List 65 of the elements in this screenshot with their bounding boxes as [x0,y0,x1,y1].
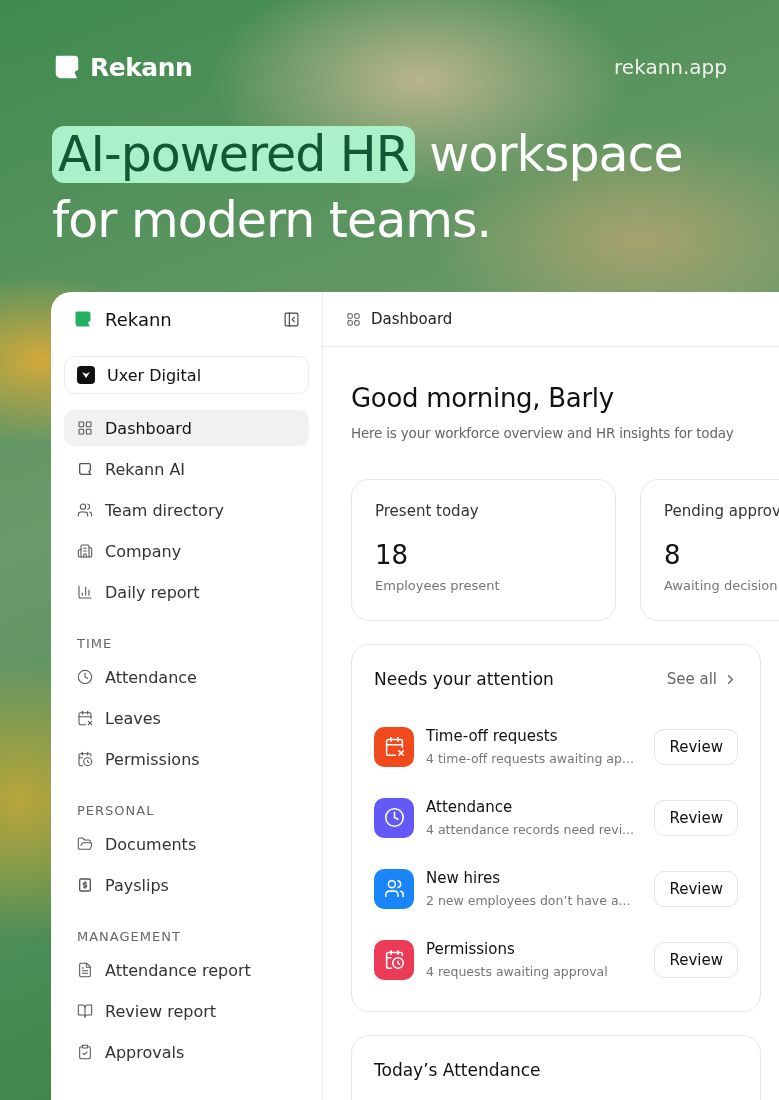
greeting: Good morning, Barly [351,383,615,413]
clock-icon [77,669,93,685]
nav-item[interactable]: Attendance report [64,952,309,988]
nav-item[interactable]: Review report [64,993,309,1029]
task-title: Time-off requests [426,727,559,745]
task-detail: 4 attendance records need revi... [426,822,636,837]
review-button[interactable]: Review [654,941,738,978]
dollar-document-icon [77,877,93,893]
stat-caption: Employees present [375,578,501,593]
section-heading: PERSONAL [76,803,156,818]
nav-item[interactable]: Leaves [64,700,309,736]
calendar-clock-icon [383,949,405,970]
review-button[interactable]: Review [654,799,738,836]
task-detail: 4 requests awaiting approval [426,964,609,979]
people-icon [383,878,405,899]
folder-icon [77,836,93,852]
nav-item[interactable]: Attendance [64,659,309,695]
stat-value: 8 [664,540,682,570]
people-icon [77,502,93,518]
brand-name: Rekann [90,52,193,82]
task-title: Permissions [426,940,516,958]
dashboard-icon [346,311,361,327]
section-heading: TIME [76,636,114,651]
sidebar-brand: Rekann [105,308,172,330]
task-title: Attendance [426,798,514,816]
document-icon [77,962,93,978]
nav-item[interactable]: Company [64,533,309,569]
nav-item[interactable]: Daily report [64,574,309,610]
headline: AI-powered HR workspace for modern teams. [52,125,684,251]
card-title: Today’s Attendance [374,1060,542,1080]
nav-item[interactable]: Approvals [64,1034,309,1070]
stat-label: Present today [375,502,480,520]
task-detail: 4 time-off requests awaiting ap... [426,751,635,766]
clipboard-check-icon [77,1044,93,1060]
calendar-x-icon [383,736,405,757]
nav-item[interactable]: Permissions [64,741,309,777]
nav-item[interactable]: Dashboard [64,410,309,446]
stat-value: 18 [375,540,410,570]
workspace-switcher[interactable]: Uxer Digital [64,356,309,394]
nav-item[interactable]: Documents [64,826,309,862]
subtitle: Here is your workforce overview and HR insights for today [351,425,735,441]
collapse-sidebar-icon[interactable] [283,310,300,328]
section-heading: MANAGEMENT [76,929,182,944]
task-title: New hires [426,869,502,887]
breadcrumb: Dashboard [371,310,453,328]
book-icon [77,1003,93,1019]
nav-item[interactable]: Team directory [64,492,309,528]
bar-chart-icon [77,584,93,600]
review-button[interactable]: Review [654,728,738,765]
clock-icon [383,807,405,828]
review-button[interactable]: Review [654,870,738,907]
logo-outline-icon [77,461,93,477]
card-title: Needs your attention [374,669,554,689]
nav-item[interactable]: Rekann AI [64,451,309,487]
website-url: rekann.app [614,55,727,79]
nav-item[interactable]: Payslips [64,867,309,903]
calendar-x-icon [77,710,93,726]
see-all-link[interactable]: See all [666,670,738,688]
logo-icon [73,309,93,329]
calendar-clock-icon [77,751,93,767]
dashboard-icon [77,420,93,436]
building-icon [77,543,93,559]
stat-caption: Awaiting decision [664,578,779,593]
task-detail: 2 new employees don’t have a... [426,893,632,908]
workspace-logo-icon [77,366,95,384]
